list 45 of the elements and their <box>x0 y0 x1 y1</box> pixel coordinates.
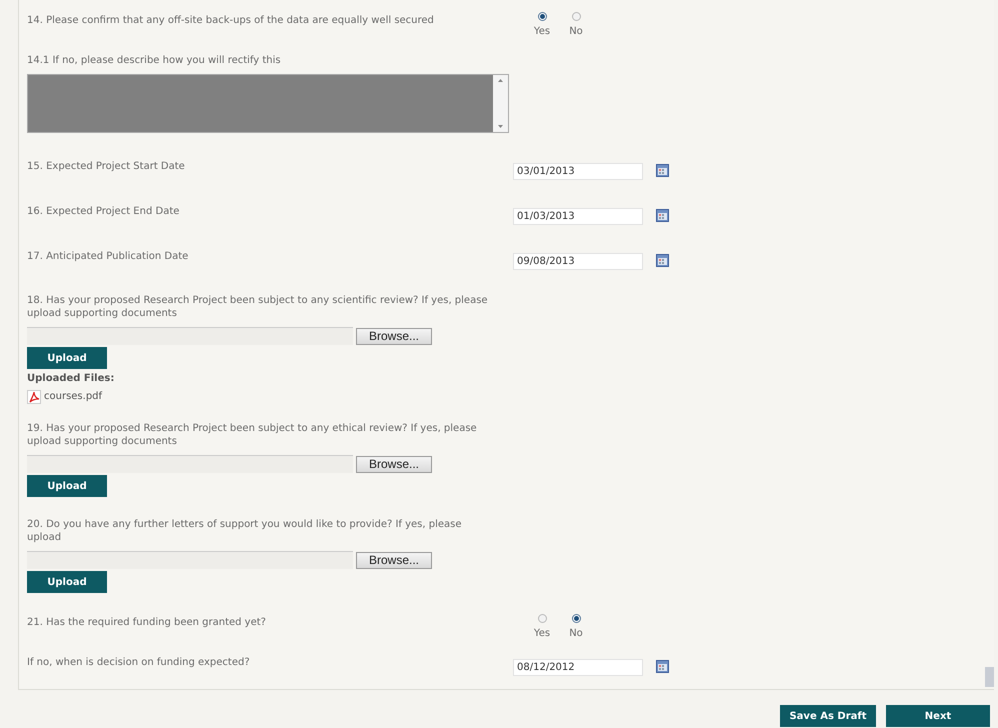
question-label: 19. Has your proposed Research Project been subject to any ethical review? If yes, please upload supporting documents <box>27 422 478 448</box>
radio-button[interactable] <box>538 614 546 623</box>
radio-button[interactable] <box>572 614 580 623</box>
upload-button[interactable]: Upload <box>27 475 107 497</box>
pdf-icon[interactable] <box>27 390 41 404</box>
calendar-icon[interactable] <box>656 254 669 267</box>
browse-button[interactable]: Browse... <box>356 328 432 344</box>
text-area[interactable] <box>27 74 509 133</box>
question-label: If no, when is decision on funding expected? <box>27 656 251 670</box>
option-label: No <box>569 627 583 641</box>
option-label: Yes <box>534 627 550 641</box>
date-field[interactable]: 08/12/2012 <box>513 659 643 676</box>
browse-button[interactable]: Browse... <box>356 456 432 472</box>
next-button[interactable]: Next <box>886 705 990 727</box>
date-field[interactable]: 09/08/2013 <box>513 253 643 270</box>
question-label: 18. Has your proposed Research Project been subject to any scientific review? If yes, please upload supporting documents <box>27 294 489 320</box>
question-label: 15. Expected Project Start Date <box>27 160 186 174</box>
browse-button[interactable]: Browse... <box>356 552 432 568</box>
date-field[interactable]: 03/01/2013 <box>513 163 643 180</box>
scrollbar-thumb[interactable] <box>985 667 994 687</box>
upload-button[interactable]: Upload <box>27 571 107 593</box>
option-label: No <box>569 25 583 39</box>
file-path-field[interactable] <box>27 327 353 345</box>
option-label: Yes <box>534 25 550 39</box>
question-label: 21. Has the required funding been granted yet? <box>27 616 267 630</box>
save-draft-button[interactable]: Save As Draft <box>780 705 876 727</box>
calendar-icon[interactable] <box>656 209 669 222</box>
radio-button[interactable] <box>572 12 580 21</box>
file-link[interactable]: courses.pdf <box>44 389 102 404</box>
question-label: 20. Do you have any further letters of support you would like to provide? If yes, please upload <box>27 518 463 544</box>
scroll-up-icon[interactable] <box>498 79 503 82</box>
scroll-down-icon[interactable] <box>498 125 503 128</box>
question-label: 14. Please confirm that any off-site back-ups of the data are equally well secured <box>27 14 435 28</box>
upload-button[interactable]: Upload <box>27 347 107 369</box>
question-label: 16. Expected Project End Date <box>27 205 180 219</box>
calendar-icon[interactable] <box>656 164 669 177</box>
file-path-field[interactable] <box>27 455 353 473</box>
calendar-icon[interactable] <box>656 660 669 673</box>
file-path-field[interactable] <box>27 551 353 569</box>
radio-button[interactable] <box>538 12 546 21</box>
scrollbar[interactable] <box>493 75 508 132</box>
date-field[interactable]: 01/03/2013 <box>513 208 643 225</box>
question-label: 14.1 If no, please describe how you will rectify this <box>27 54 282 68</box>
question-label: 17. Anticipated Publication Date <box>27 250 190 264</box>
uploaded-files-heading: Uploaded Files: <box>27 372 116 386</box>
